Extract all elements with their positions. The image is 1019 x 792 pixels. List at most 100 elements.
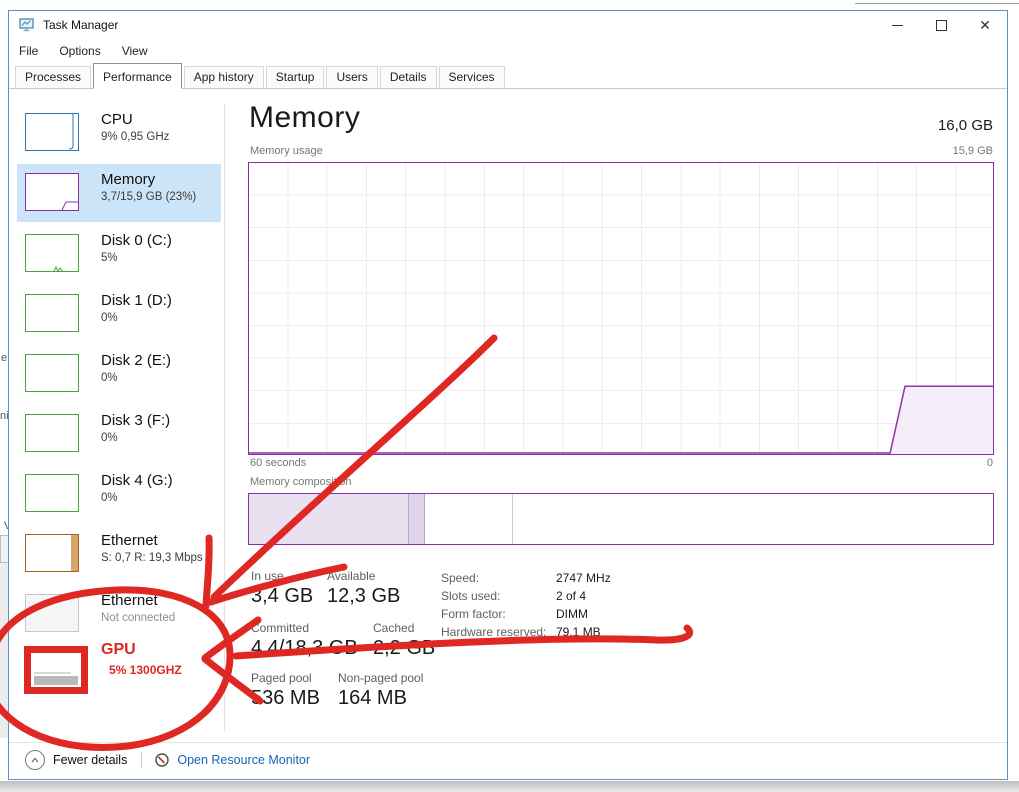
minimize-icon [892, 25, 903, 26]
stat-value: 2,2 GB [373, 637, 435, 660]
close-button[interactable]: ✕ [963, 11, 1007, 39]
sidebar-item-label: Disk 0 (C:) [101, 232, 172, 249]
open-resource-monitor-link[interactable]: Open Resource Monitor [177, 753, 310, 767]
stat-label: In use [251, 569, 284, 583]
fewer-details-button[interactable] [25, 750, 45, 770]
tab-performance[interactable]: Performance [93, 63, 182, 89]
disk-mini-graph [25, 354, 79, 392]
stat-label: Non-paged pool [338, 671, 423, 685]
ethernet-mini-graph [25, 594, 79, 632]
background-strip [0, 781, 1019, 792]
composition-segment-standby [425, 494, 514, 544]
background-window-fragment [0, 563, 8, 738]
tab-users[interactable]: Users [326, 66, 377, 88]
stat-label: Cached [373, 621, 414, 635]
sidebar-item-label: Ethernet [101, 592, 158, 609]
sidebar-item-label: Disk 3 (F:) [101, 412, 170, 429]
x-axis-left-label: 60 seconds [250, 457, 306, 469]
menu-view[interactable]: View [122, 44, 159, 58]
composition-segment-modified [409, 494, 425, 544]
gpu-annotation-label: GPU [101, 641, 136, 659]
sidebar-item-label: Memory [101, 171, 155, 188]
screenshot-canvas: e? nic V Task Manager ✕ File Options Vie… [0, 0, 1019, 792]
stat-value: 4,4/18,3 GB [251, 637, 358, 660]
sidebar-item-sub: 5% [101, 252, 118, 264]
sidebar-item-label: Disk 2 (E:) [101, 352, 171, 369]
detail-label: Hardware reserved: [441, 625, 546, 639]
sidebar-item-disk3[interactable]: Disk 3 (F:) 0% [17, 405, 221, 463]
sidebar-item-disk2[interactable]: Disk 2 (E:) 0% [17, 345, 221, 403]
minimize-button[interactable] [875, 11, 919, 39]
fewer-details-label[interactable]: Fewer details [53, 753, 127, 767]
background-line [855, 3, 1019, 4]
disk-mini-graph [25, 234, 79, 272]
sidebar-item-sub: 0% [101, 492, 118, 504]
detail-label: Slots used: [441, 589, 500, 603]
stat-label: Paged pool [251, 671, 312, 685]
tab-strip: Processes Performance App history Startu… [9, 63, 1007, 89]
page-title: Memory [249, 101, 360, 135]
memory-mini-graph [25, 173, 79, 211]
usage-chart-label: Memory usage [250, 145, 323, 157]
task-manager-icon [19, 17, 35, 33]
maximize-button[interactable] [919, 11, 963, 39]
footer-bar: Fewer details Open Resource Monitor [25, 749, 310, 771]
sidebar-item-cpu[interactable]: CPU 9% 0,95 GHz [17, 104, 221, 162]
sidebar-divider [224, 103, 225, 731]
sidebar-item-sub: 3,7/15,9 GB (23%) [101, 191, 196, 203]
usage-scale-max: 15,9 GB [953, 145, 993, 157]
tab-services[interactable]: Services [439, 66, 505, 88]
stat-label: Available [327, 569, 375, 583]
sidebar-item-sub: S: 0,7 R: 19,3 Mbps [101, 552, 203, 564]
disk-mini-graph [25, 414, 79, 452]
gpu-annotation-bar [34, 676, 78, 685]
sidebar-item-ethernet[interactable]: Ethernet S: 0,7 R: 19,3 Mbps [17, 525, 221, 583]
cpu-mini-graph [25, 113, 79, 151]
x-axis-right-label: 0 [987, 457, 993, 469]
sidebar-item-label: Disk 1 (D:) [101, 292, 172, 309]
memory-capacity: 16,0 GB [938, 117, 993, 134]
sidebar-item-sub: 9% 0,95 GHz [101, 131, 169, 143]
gpu-annotation-sub: 5% 1300GHZ [109, 663, 182, 677]
composition-segment-free [513, 494, 993, 544]
gpu-annotation-line [34, 672, 71, 674]
stat-value: 536 MB [251, 687, 320, 710]
detail-label: Speed: [441, 571, 479, 585]
sidebar-item-sub: 0% [101, 372, 118, 384]
footer-separator [9, 742, 1007, 743]
sidebar-item-sub: 0% [101, 432, 118, 444]
sidebar-item-ethernet-disconnected[interactable]: Ethernet Not connected [17, 585, 221, 643]
sidebar-item-disk0[interactable]: Disk 0 (C:) 5% [17, 225, 221, 283]
titlebar[interactable]: Task Manager ✕ [9, 11, 1007, 39]
composition-label: Memory composition [250, 476, 351, 488]
detail-value: 2 of 4 [556, 589, 586, 603]
chevron-up-icon [29, 754, 41, 766]
memory-usage-chart [248, 162, 994, 455]
sidebar-item-label: Ethernet [101, 532, 158, 549]
sidebar-item-label: CPU [101, 111, 133, 128]
detail-value: 2747 MHz [556, 571, 611, 585]
detail-value: DIMM [556, 607, 588, 621]
tab-app-history[interactable]: App history [184, 66, 264, 88]
stat-value: 3,4 GB [251, 585, 313, 608]
gpu-annotation-thumbnail [24, 646, 88, 694]
resource-monitor-icon [154, 752, 170, 768]
stat-label: Committed [251, 621, 309, 635]
menu-options[interactable]: Options [59, 44, 111, 58]
sidebar-item-sub: Not connected [101, 612, 175, 624]
disk-mini-graph [25, 474, 79, 512]
detail-value: 79,1 MB [556, 625, 601, 639]
menu-bar: File Options View [9, 39, 1007, 63]
maximize-icon [936, 20, 947, 31]
sidebar-item-memory[interactable]: Memory 3,7/15,9 GB (23%) [17, 164, 221, 222]
tab-processes[interactable]: Processes [15, 66, 91, 88]
tab-startup[interactable]: Startup [266, 66, 325, 88]
menu-file[interactable]: File [19, 44, 49, 58]
sidebar-item-disk1[interactable]: Disk 1 (D:) 0% [17, 285, 221, 343]
close-icon: ✕ [979, 17, 991, 34]
ethernet-mini-graph [25, 534, 79, 572]
tab-details[interactable]: Details [380, 66, 437, 88]
sidebar-item-disk4[interactable]: Disk 4 (G:) 0% [17, 465, 221, 523]
memory-composition-bar [248, 493, 994, 545]
disk-mini-graph [25, 294, 79, 332]
